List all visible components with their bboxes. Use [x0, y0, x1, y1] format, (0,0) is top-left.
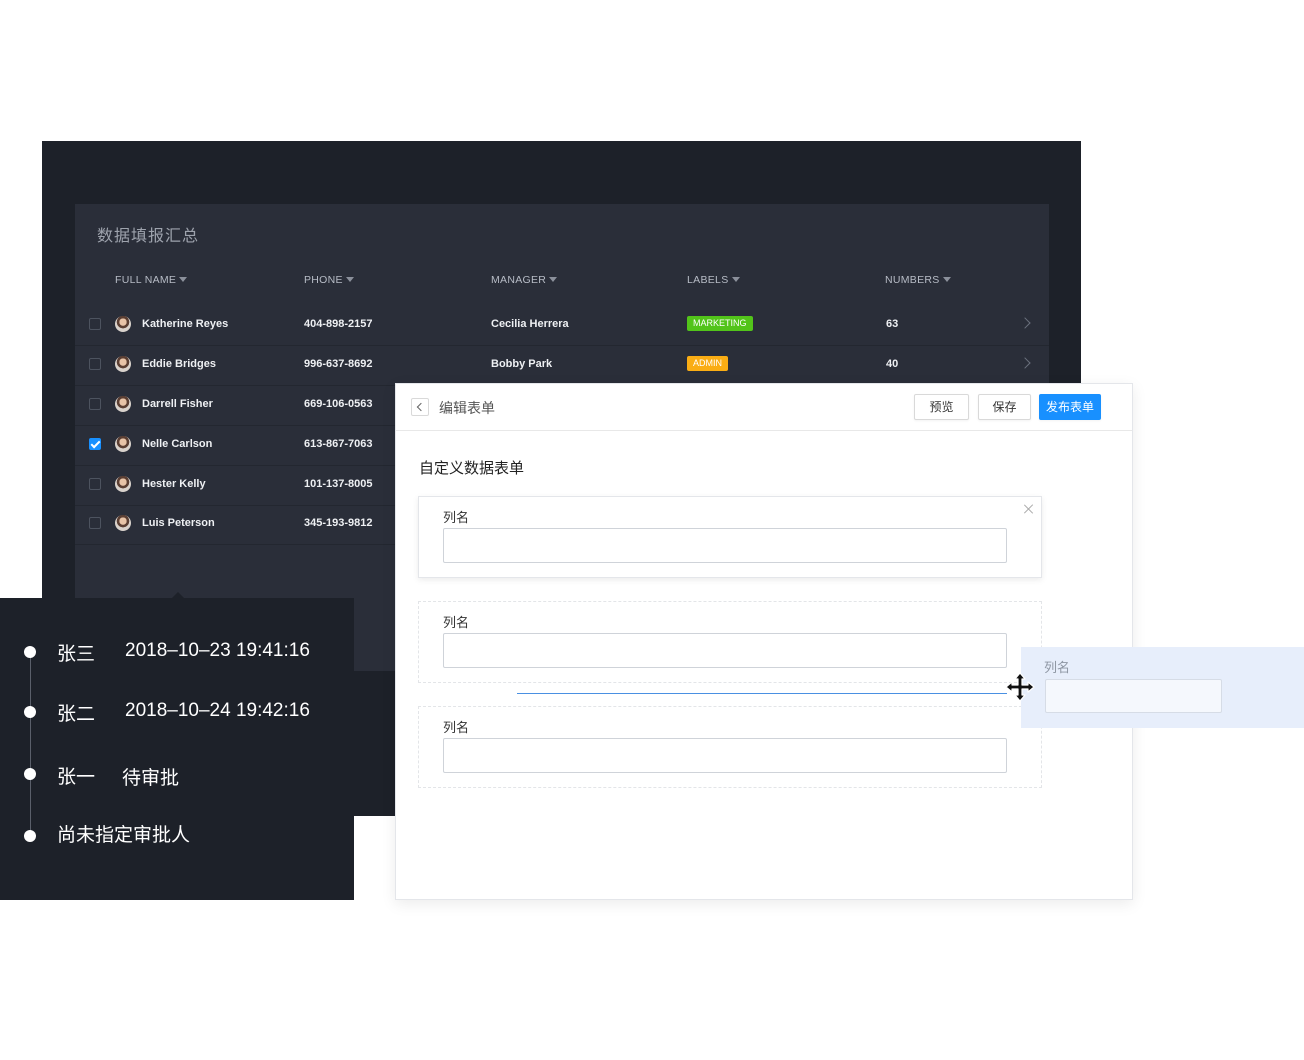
field-input[interactable] — [443, 528, 1007, 563]
cell-full-name: Luis Peterson — [142, 517, 215, 529]
sort-caret-icon — [731, 277, 740, 282]
cell-number: 63 — [886, 318, 899, 330]
label-badge: ADMIN — [687, 356, 728, 371]
form-field-card[interactable]: 列名 — [418, 706, 1042, 788]
popover-pointer — [172, 592, 184, 598]
cell-full-name: Hester Kelly — [142, 478, 206, 490]
timeline-status: 待审批 — [122, 768, 180, 789]
field-label: 列名 — [1044, 660, 1071, 675]
cell-full-name: Katherine Reyes — [142, 318, 229, 330]
column-header-labels[interactable]: LABELS — [687, 274, 740, 286]
field-input — [1045, 679, 1222, 713]
sort-caret-icon — [179, 277, 188, 282]
row-checkbox[interactable] — [89, 358, 101, 370]
cell-full-name: Eddie Bridges — [142, 358, 216, 370]
table-row[interactable]: Eddie Bridges 996-637-8692 Bobby Park AD… — [75, 345, 1049, 386]
row-checkbox-checked[interactable] — [89, 438, 101, 450]
avatar — [115, 316, 131, 332]
timeline-dot — [24, 768, 36, 780]
form-field-card-selected[interactable]: 列名 — [418, 496, 1042, 578]
cell-phone: 101-137-8005 — [304, 478, 373, 490]
timeline-time: 2018–10–23 19:41:16 — [125, 640, 310, 661]
timeline-time: 2018–10–24 19:42:16 — [125, 700, 310, 721]
timeline-dot — [24, 646, 36, 658]
chevron-right-icon[interactable] — [1019, 317, 1031, 329]
close-icon[interactable] — [1023, 503, 1035, 515]
row-checkbox[interactable] — [89, 398, 101, 410]
timeline-name: 张一 — [57, 767, 96, 788]
form-editor-title: 编辑表单 — [439, 400, 495, 416]
avatar — [115, 396, 131, 412]
field-label: 列名 — [443, 510, 470, 525]
timeline-name: 尚未指定审批人 — [57, 825, 191, 846]
save-button[interactable]: 保存 — [978, 394, 1031, 420]
cell-phone: 345-193-9812 — [304, 517, 373, 529]
avatar — [115, 356, 131, 372]
field-input[interactable] — [443, 633, 1007, 668]
cell-manager: Cecilia Herrera — [491, 318, 569, 330]
column-header-numbers[interactable]: NUMBERS — [885, 274, 951, 286]
timeline-dot — [24, 830, 36, 842]
field-input[interactable] — [443, 738, 1007, 773]
timeline-name: 张二 — [57, 704, 96, 725]
cell-phone: 996-637-8692 — [304, 358, 373, 370]
row-checkbox[interactable] — [89, 318, 101, 330]
cell-full-name: Nelle Carlson — [142, 438, 213, 450]
row-checkbox[interactable] — [89, 517, 101, 529]
chevron-right-icon[interactable] — [1019, 357, 1031, 369]
cell-number: 40 — [886, 358, 899, 370]
cell-full-name: Darrell Fisher — [142, 398, 213, 410]
publish-form-button[interactable]: 发布表单 — [1039, 394, 1101, 420]
timeline-dot — [24, 706, 36, 718]
cell-manager: Bobby Park — [491, 358, 553, 370]
form-editor-topbar: 编辑表单 预览 保存 发布表单 — [396, 384, 1132, 431]
dragging-field-ghost[interactable]: 列名 — [1021, 647, 1304, 728]
preview-button[interactable]: 预览 — [914, 394, 969, 420]
sort-caret-icon — [549, 277, 558, 282]
drop-indicator-line — [517, 693, 1007, 694]
sort-caret-icon — [345, 277, 354, 282]
cell-phone: 404-898-2157 — [304, 318, 373, 330]
form-editor-panel: 编辑表单 预览 保存 发布表单 自定义数据表单 列名 列名 列名 — [395, 383, 1133, 900]
column-header-full-name[interactable]: FULL NAME — [115, 274, 188, 286]
table-title: 数据填报汇总 — [97, 228, 200, 245]
cell-phone: 669-106-0563 — [304, 398, 373, 410]
column-header-manager[interactable]: MANAGER — [491, 274, 558, 286]
table-row[interactable]: Katherine Reyes 404-898-2157 Cecilia Her… — [75, 305, 1049, 346]
approval-timeline-panel: 张三 2018–10–23 19:41:16 张二 2018–10–24 19:… — [0, 592, 354, 900]
timeline-name: 张三 — [57, 644, 96, 665]
move-icon[interactable] — [1005, 672, 1035, 702]
label-badge: MARKETING — [687, 316, 753, 331]
form-field-card[interactable]: 列名 — [418, 601, 1042, 683]
sort-caret-icon — [942, 277, 951, 282]
form-heading: 自定义数据表单 — [419, 460, 525, 477]
field-label: 列名 — [443, 615, 470, 630]
chevron-left-icon[interactable] — [411, 398, 429, 416]
avatar — [115, 515, 131, 531]
column-header-phone[interactable]: PHONE — [304, 274, 354, 286]
cell-phone: 613-867-7063 — [304, 438, 373, 450]
row-checkbox[interactable] — [89, 478, 101, 490]
avatar — [115, 476, 131, 492]
field-label: 列名 — [443, 720, 470, 735]
avatar — [115, 436, 131, 452]
timeline-line — [30, 652, 31, 836]
